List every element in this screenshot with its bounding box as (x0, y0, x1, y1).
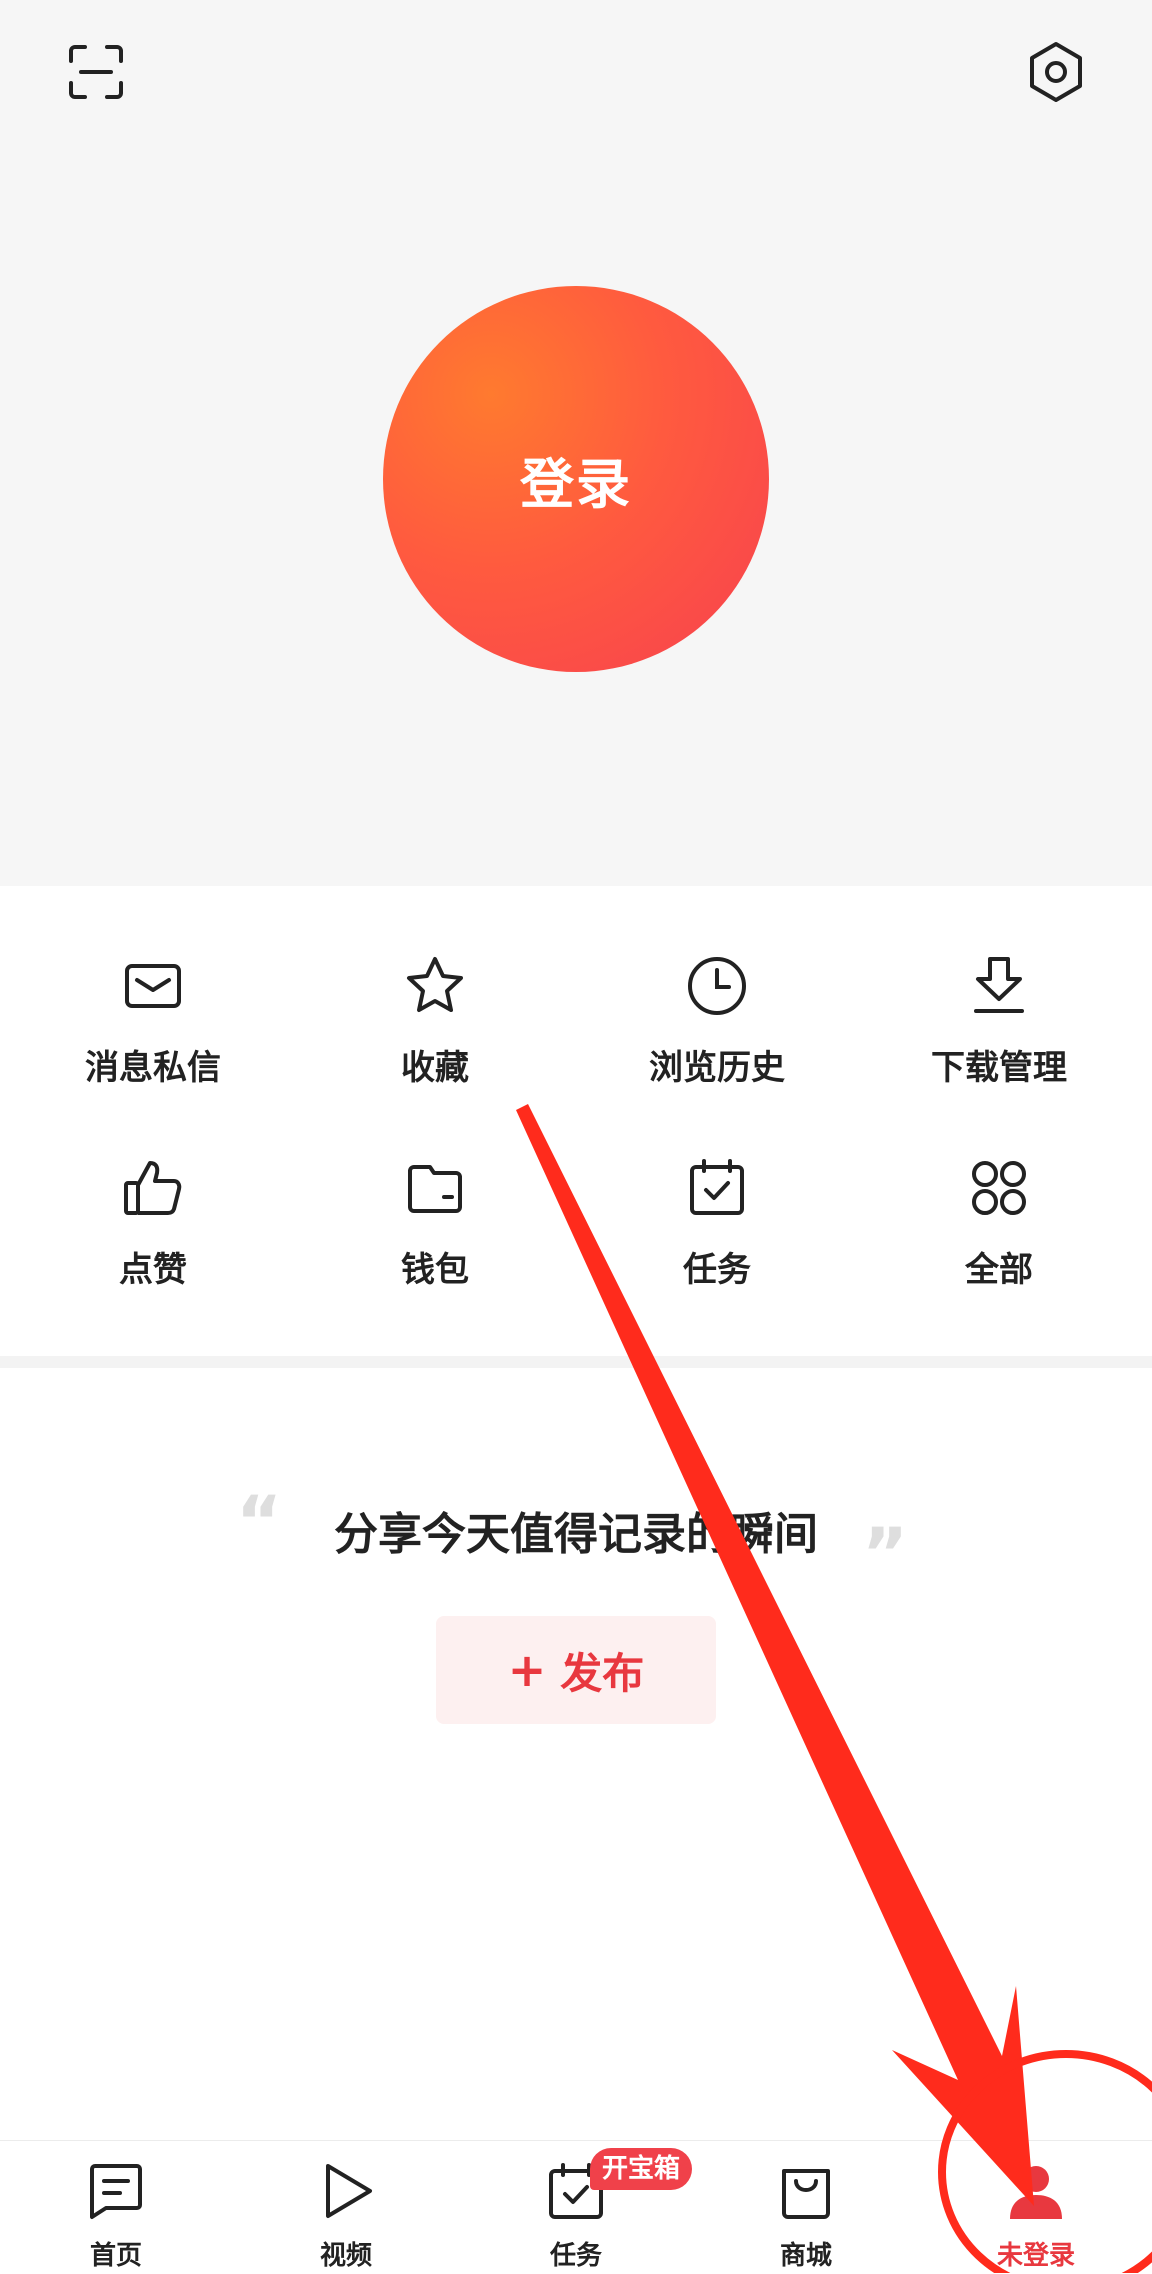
grid-item-label: 浏览历史 (649, 1048, 785, 1088)
grid-item-label: 收藏 (401, 1048, 469, 1088)
nav-item-mall[interactable]: 商城 (726, 2141, 886, 2274)
grid-item-likes[interactable]: 点赞 (12, 1148, 294, 1318)
grid-item-label: 消息私信 (85, 1048, 221, 1088)
nav-item-label: 首页 (89, 2241, 142, 2271)
grid-item-all[interactable]: 全部 (858, 1148, 1140, 1318)
share-prompt-text: 分享今天值得记录的瞬间 (334, 1509, 818, 1560)
grid-item-label: 全部 (965, 1250, 1033, 1290)
section-divider (0, 1356, 1152, 1368)
user-icon (1010, 2166, 1062, 2219)
publish-button[interactable]: + 发布 (436, 1616, 716, 1724)
play-icon (326, 2164, 372, 2218)
nav-item-label: 任务 (549, 2241, 602, 2271)
clock-icon (688, 957, 746, 1015)
thumbs-up-icon (124, 1161, 182, 1215)
download-icon (974, 957, 1024, 1013)
mail-icon (125, 964, 181, 1008)
grid-item-history[interactable]: 浏览历史 (576, 946, 858, 1116)
grid-item-messages[interactable]: 消息私信 (12, 946, 294, 1116)
scan-icon (69, 45, 123, 99)
quote-close-mark: ” (862, 1513, 909, 1595)
grid-item-tasks[interactable]: 任务 (576, 1148, 858, 1318)
publish-label: 发布 (560, 1648, 645, 1698)
function-grid: 消息私信 收藏 浏览历史 下载管理 点赞 钱包 任务 全部 (0, 886, 1152, 1356)
settings-button[interactable] (1020, 36, 1092, 108)
grid-item-label: 下载管理 (931, 1048, 1067, 1088)
star-icon (407, 957, 463, 1012)
scan-button[interactable] (60, 36, 132, 108)
nav-item-home[interactable]: 首页 (36, 2141, 196, 2274)
nav-item-video[interactable]: 视频 (266, 2141, 426, 2274)
settings-hexagon-icon (1030, 42, 1082, 102)
grid-item-favorites[interactable]: 收藏 (294, 946, 576, 1116)
nav-item-label: 商城 (779, 2241, 832, 2271)
home-feed-icon (90, 2164, 142, 2219)
login-button[interactable]: 登录 (383, 286, 769, 672)
calendar-check-icon (690, 1159, 744, 1215)
grid-item-label: 钱包 (401, 1250, 469, 1290)
bottom-nav: 首页 视频 任务 商城 未登录 (0, 2140, 1152, 2274)
grid-icon (972, 1161, 1026, 1215)
wallet-icon (408, 1165, 462, 1213)
treasure-box-badge: 开宝箱 (590, 2148, 693, 2190)
grid-item-label: 点赞 (119, 1250, 187, 1290)
login-label: 登录 (520, 452, 632, 516)
plus-icon: + (507, 1643, 547, 1697)
shopping-bag-icon (782, 2169, 830, 2219)
grid-item-label: 任务 (683, 1250, 751, 1290)
nav-item-label: 视频 (319, 2241, 372, 2271)
nav-item-label: 未登录 (996, 2241, 1075, 2271)
grid-item-wallet[interactable]: 钱包 (294, 1148, 576, 1318)
grid-item-downloads[interactable]: 下载管理 (858, 946, 1140, 1116)
nav-item-profile[interactable]: 未登录 (956, 2141, 1116, 2274)
profile-header: 登录 (0, 0, 1152, 886)
